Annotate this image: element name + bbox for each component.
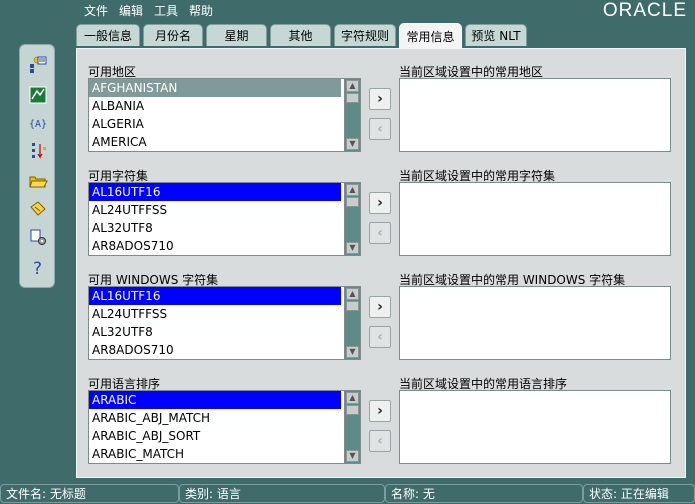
scroll-thumb[interactable] bbox=[346, 93, 359, 103]
status-state: 状态: 正在编辑 bbox=[583, 484, 695, 503]
scroll-down-icon[interactable]: ▼ bbox=[346, 346, 359, 358]
scroll-down-icon[interactable]: ▼ bbox=[346, 138, 359, 150]
list-item[interactable]: AFGHANISTAN bbox=[89, 79, 341, 97]
menu-tools[interactable]: 工具 bbox=[150, 2, 182, 20]
scroll-thumb[interactable] bbox=[346, 405, 359, 415]
status-bar: 文件名: 无标题 类别: 语言 名称: 无 状态: 正在编辑 bbox=[0, 484, 695, 503]
available-windows-charsets-list[interactable]: AL16UTF16 AL24UTFFSS AL32UTF8 AR8ADOS710… bbox=[88, 286, 361, 360]
common-info-panel: 可用地区 AFGHANISTAN ALBANIA ALGERIA AMERICA… bbox=[76, 48, 686, 478]
tab-preview-nlt[interactable]: 预览 NLT bbox=[465, 24, 527, 46]
map-icon[interactable] bbox=[28, 85, 48, 105]
tab-weekdays[interactable]: 星期 bbox=[206, 24, 267, 46]
scroll-down-icon[interactable]: ▼ bbox=[346, 450, 359, 462]
settings-icon[interactable] bbox=[28, 227, 48, 247]
tab-other[interactable]: 其他 bbox=[270, 24, 331, 46]
list-item[interactable]: AL16UTF16 bbox=[89, 183, 341, 201]
status-file: 文件名: 无标题 bbox=[0, 484, 179, 503]
svg-text:?: ? bbox=[33, 259, 42, 277]
list-item[interactable]: AL16UTF16 bbox=[89, 287, 341, 305]
help-icon[interactable]: ? bbox=[28, 257, 48, 277]
common-regions-list[interactable] bbox=[399, 78, 671, 152]
variable-icon[interactable]: {A} bbox=[28, 113, 48, 133]
tab-character-rules[interactable]: 字符规则 bbox=[334, 24, 396, 46]
scroll-thumb[interactable] bbox=[346, 301, 359, 311]
status-name: 名称: 无 bbox=[385, 484, 583, 503]
add-sort-button[interactable]: › bbox=[369, 400, 391, 422]
properties-icon[interactable] bbox=[28, 55, 48, 75]
list-item[interactable]: ARABIC_MATCH bbox=[89, 445, 341, 463]
remove-windows-charset-button[interactable]: ‹ bbox=[369, 326, 391, 348]
scroll-up-icon[interactable]: ▲ bbox=[346, 80, 359, 92]
list-item[interactable]: AL32UTF8 bbox=[89, 323, 341, 341]
regions-scrollbar[interactable]: ▲ ▼ bbox=[344, 79, 360, 151]
status-category: 类别: 语言 bbox=[179, 484, 385, 503]
scroll-up-icon[interactable]: ▲ bbox=[346, 184, 359, 196]
remove-region-button[interactable]: ‹ bbox=[369, 118, 391, 140]
list-item[interactable]: AL24UTFFSS bbox=[89, 305, 341, 323]
scroll-down-icon[interactable]: ▼ bbox=[346, 242, 359, 254]
sort-icon[interactable] bbox=[28, 141, 48, 161]
common-windows-charsets-list[interactable] bbox=[399, 286, 671, 360]
list-item[interactable]: ARABIC_ABJ_SORT bbox=[89, 427, 341, 445]
available-charsets-list[interactable]: AL16UTF16 AL24UTFFSS AL32UTF8 AR8ADOS710… bbox=[88, 182, 361, 256]
tab-bar: 一般信息 月份名 星期 其他 字符规则 常用信息 预览 NLT bbox=[76, 23, 530, 48]
list-item[interactable]: AL32UTF8 bbox=[89, 219, 341, 237]
oracle-logo: ORACLE bbox=[602, 0, 687, 21]
add-charset-button[interactable]: › bbox=[369, 192, 391, 214]
tab-general[interactable]: 一般信息 bbox=[76, 24, 140, 46]
scroll-up-icon[interactable]: ▲ bbox=[346, 392, 359, 404]
list-item[interactable]: AR8ADOS710 bbox=[89, 237, 341, 255]
common-sorts-list[interactable] bbox=[399, 390, 671, 464]
menu-help[interactable]: 帮助 bbox=[185, 2, 217, 20]
tab-month-names[interactable]: 月份名 bbox=[143, 24, 203, 46]
common-charsets-list[interactable] bbox=[399, 182, 671, 256]
menu-file[interactable]: 文件 bbox=[80, 2, 112, 20]
add-region-button[interactable]: › bbox=[369, 88, 391, 110]
sorts-scrollbar[interactable]: ▲ ▼ bbox=[344, 391, 360, 463]
menu-edit[interactable]: 编辑 bbox=[115, 2, 147, 20]
list-item[interactable]: AL24UTFFSS bbox=[89, 201, 341, 219]
tab-common-info[interactable]: 常用信息 bbox=[399, 23, 462, 48]
scroll-thumb[interactable] bbox=[346, 197, 359, 207]
svg-text:{A}: {A} bbox=[29, 119, 47, 130]
available-sorts-list[interactable]: ARABIC ARABIC_ABJ_MATCH ARABIC_ABJ_SORT … bbox=[88, 390, 361, 464]
list-item[interactable]: ALBANIA bbox=[89, 97, 341, 115]
menu-bar: 文件 编辑 工具 帮助 bbox=[80, 2, 220, 20]
scroll-up-icon[interactable]: ▲ bbox=[346, 288, 359, 300]
remove-charset-button[interactable]: ‹ bbox=[369, 222, 391, 244]
edit-document-icon[interactable] bbox=[28, 199, 48, 219]
remove-sort-button[interactable]: ‹ bbox=[369, 430, 391, 452]
open-folder-icon[interactable] bbox=[28, 171, 48, 191]
list-item[interactable]: ALGERIA bbox=[89, 115, 341, 133]
vertical-toolbar: {A} ? bbox=[19, 44, 55, 288]
list-item[interactable]: AR8ADOS710 bbox=[89, 341, 341, 359]
available-regions-list[interactable]: AFGHANISTAN ALBANIA ALGERIA AMERICA ▲ ▼ bbox=[88, 78, 361, 152]
charsets-scrollbar[interactable]: ▲ ▼ bbox=[344, 183, 360, 255]
list-item[interactable]: ARABIC_ABJ_MATCH bbox=[89, 409, 341, 427]
add-windows-charset-button[interactable]: › bbox=[369, 296, 391, 318]
windows-charsets-scrollbar[interactable]: ▲ ▼ bbox=[344, 287, 360, 359]
list-item[interactable]: AMERICA bbox=[89, 133, 341, 151]
list-item[interactable]: ARABIC bbox=[89, 391, 341, 409]
